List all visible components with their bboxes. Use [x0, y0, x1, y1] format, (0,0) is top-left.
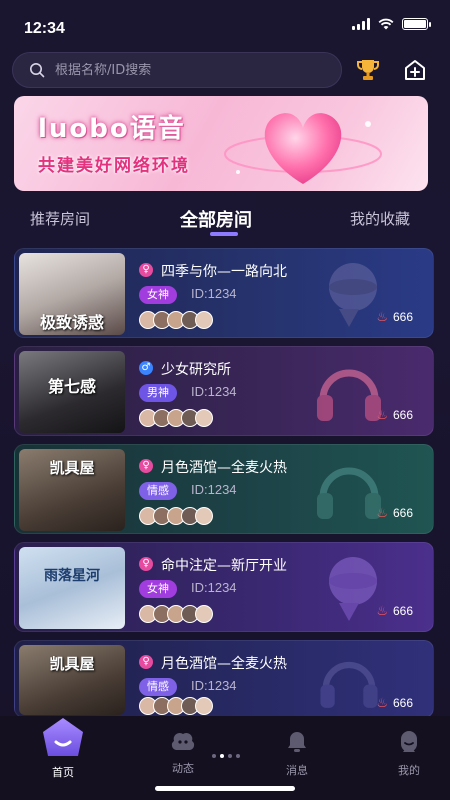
- room-cover: 凯具屋: [19, 449, 125, 531]
- room-card[interactable]: 雨落星河 ♀ 命中注定—新厅开业 女神 ID:1234 ♨ 666: [14, 542, 434, 632]
- nav-home[interactable]: 首页: [33, 716, 93, 780]
- promo-banner[interactable]: luobo语音 共建美好网络环境: [14, 96, 428, 191]
- tab-recommended[interactable]: 推荐房间: [30, 208, 90, 229]
- room-cover: 凯具屋: [19, 645, 125, 715]
- banner-title: luobo语音: [38, 114, 186, 144]
- heat-count: ♨ 666: [376, 695, 413, 711]
- search-input[interactable]: [55, 62, 305, 78]
- profile-icon: [401, 731, 417, 752]
- nav-moments[interactable]: 动态: [153, 730, 213, 776]
- room-tag: 女神: [139, 580, 177, 598]
- banner-subtitle: 共建美好网络环境: [38, 156, 190, 176]
- tab-indicator: [210, 232, 238, 236]
- room-name: 命中注定—新厅开业: [161, 558, 287, 574]
- female-icon: ♀: [139, 557, 153, 571]
- status-icons: [352, 18, 431, 30]
- status-time: 12:34: [24, 20, 65, 37]
- room-card[interactable]: 凯具屋 ♀ 月色酒馆—全麦火热 情感 ID:1234 ♨ 666: [14, 444, 434, 534]
- room-cover: 极致诱惑: [19, 253, 125, 335]
- room-id: ID:1234: [191, 286, 237, 301]
- room-card[interactable]: 极致诱惑 ♀ 四季与你—一路向北 女神 ID:1234 ♨ 666: [14, 248, 434, 338]
- room-tabs: 推荐房间 全部房间 我的收藏: [0, 200, 450, 240]
- trophy-icon[interactable]: [355, 57, 381, 83]
- nav-messages[interactable]: 消息: [267, 730, 327, 778]
- heat-count: ♨ 666: [376, 309, 413, 325]
- heat-count: ♨ 666: [376, 603, 413, 619]
- heat-value: 666: [392, 408, 413, 422]
- cover-text: 第七感: [47, 377, 96, 396]
- room-cover: 雨落星河: [19, 547, 125, 629]
- bell-icon: [288, 732, 306, 752]
- moments-icon: [171, 732, 195, 750]
- room-card[interactable]: 凯具屋 ♀ 月色酒馆—全麦火热 情感 ID:1234 ♨ 666: [14, 640, 434, 718]
- room-id: ID:1234: [191, 678, 237, 693]
- room-name: 少女研究所: [161, 362, 231, 378]
- room-name: 月色酒馆—全麦火热: [161, 656, 287, 672]
- battery-icon: [402, 18, 431, 30]
- member-avatars: [139, 311, 213, 329]
- heat-value: 666: [392, 506, 413, 520]
- nav-label: 动态: [172, 762, 194, 775]
- home-indicator: [155, 786, 295, 791]
- nav-profile[interactable]: 我的: [379, 730, 439, 778]
- heat-value: 666: [392, 696, 413, 710]
- room-name: 四季与你—一路向北: [161, 264, 287, 280]
- room-card[interactable]: 第七感 ♂ 少女研究所 男神 ID:1234 ♨ 666: [14, 346, 434, 436]
- cover-text: 极致诱惑: [39, 313, 104, 332]
- member-avatars: [139, 507, 213, 525]
- status-bar: 12:34: [0, 0, 450, 44]
- flame-icon: ♨: [376, 505, 388, 520]
- room-tag: 男神: [139, 384, 177, 402]
- tab-all-rooms[interactable]: 全部房间: [180, 206, 252, 232]
- member-avatars: [139, 409, 213, 427]
- search-box[interactable]: [12, 52, 342, 88]
- signal-icon: [352, 18, 370, 30]
- heat-count: ♨ 666: [376, 505, 413, 521]
- male-icon: ♂: [139, 361, 153, 375]
- female-icon: ♀: [139, 459, 153, 473]
- nav-label: 消息: [286, 764, 308, 777]
- cover-text: 凯具屋: [49, 459, 95, 477]
- member-avatars: [139, 697, 213, 715]
- cover-text: 雨落星河: [44, 568, 100, 584]
- flame-icon: ♨: [376, 695, 388, 710]
- nav-label: 首页: [52, 766, 74, 779]
- heat-value: 666: [392, 310, 413, 324]
- home-icon: [43, 718, 83, 756]
- flame-icon: ♨: [376, 407, 388, 422]
- room-id: ID:1234: [191, 384, 237, 399]
- search-icon: [30, 63, 45, 78]
- nav-label: 我的: [398, 764, 420, 777]
- member-avatars: [139, 605, 213, 623]
- heat-value: 666: [392, 604, 413, 618]
- add-room-icon[interactable]: [402, 57, 428, 83]
- room-id: ID:1234: [191, 482, 237, 497]
- page-indicator: [212, 754, 240, 758]
- room-tag: 女神: [139, 286, 177, 304]
- room-tag: 情感: [139, 678, 177, 696]
- female-icon: ♀: [139, 655, 153, 669]
- female-icon: ♀: [139, 263, 153, 277]
- room-name: 月色酒馆—全麦火热: [161, 460, 287, 476]
- heat-count: ♨ 666: [376, 407, 413, 423]
- room-tag: 情感: [139, 482, 177, 500]
- room-id: ID:1234: [191, 580, 237, 595]
- flame-icon: ♨: [376, 309, 388, 324]
- flame-icon: ♨: [376, 603, 388, 618]
- cover-text: 凯具屋: [49, 655, 95, 673]
- wifi-icon: [378, 18, 394, 30]
- heart-graphic: [224, 113, 382, 184]
- search-row: [12, 52, 442, 90]
- room-cover: 第七感: [19, 351, 125, 433]
- tab-favorites[interactable]: 我的收藏: [350, 208, 410, 229]
